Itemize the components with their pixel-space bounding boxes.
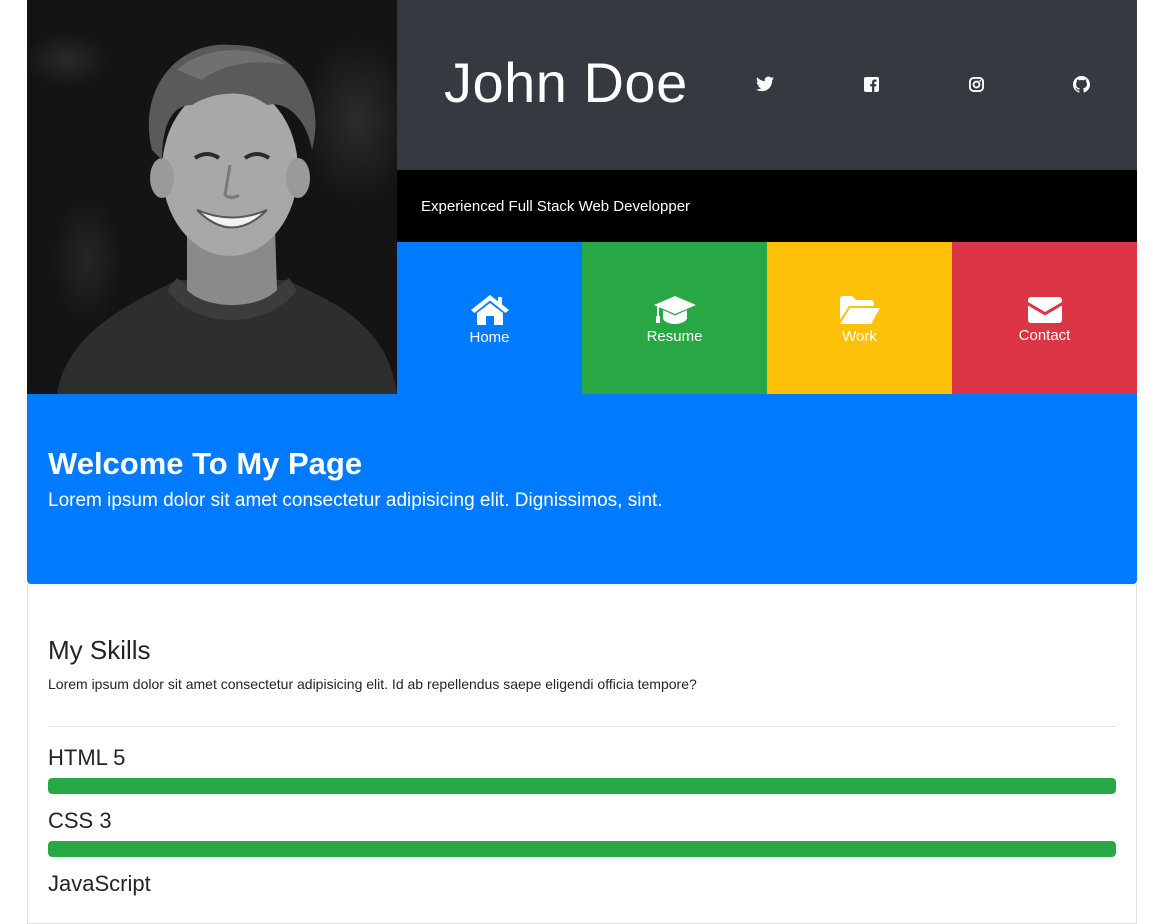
twitter-link[interactable] [755,74,775,94]
skills-title: My Skills [48,635,151,665]
skill-name: CSS 3 [48,808,112,833]
page-container: John Doe Experienced Full Stack Web Deve… [27,0,1137,924]
skill-progress-bar [48,778,1116,794]
nav-resume-label: Resume [646,327,703,345]
welcome-title: Welcome To My Page [48,446,363,481]
github-icon [1072,75,1090,93]
header-right: John Doe Experienced Full Stack Web Deve… [397,0,1137,394]
skill-progress-fill [48,778,1116,794]
skill-name: JavaScript [48,871,151,896]
skill-item: HTML 5 [48,745,1116,794]
nav-contact-tile[interactable]: Contact [952,242,1137,394]
profile-name: John Doe [444,51,688,114]
nav-resume-tile[interactable]: Resume [582,242,767,394]
nav-work-label: Work [842,327,877,345]
github-link[interactable] [1071,74,1091,94]
skill-progress-bar [48,841,1116,857]
skills-section: My Skills Lorem ipsum dolor sit amet con… [27,584,1137,924]
nav-home-label: Home [469,328,510,346]
nav-contact-label: Contact [1018,326,1071,344]
name-bar: John Doe [397,0,1137,170]
skill-item: CSS 3 [48,808,1116,857]
facebook-link[interactable] [861,74,881,94]
folder-open-icon [839,295,880,324]
welcome-banner: Welcome To My Page Lorem ipsum dolor sit… [27,394,1137,584]
nav-home-tile[interactable]: Home [397,242,582,394]
skill-progress-fill [48,841,1116,857]
instagram-link[interactable] [966,74,986,94]
skills-text: Lorem ipsum dolor sit amet consectetur a… [48,676,697,692]
skill-name: HTML 5 [48,745,126,770]
nav-tiles: Home Resume Work Contact [397,242,1137,394]
divider [48,726,1116,727]
nav-work-tile[interactable]: Work [767,242,952,394]
profile-photo [27,0,397,394]
tagline-bar: Experienced Full Stack Web Developper [397,170,1137,242]
instagram-icon [968,76,984,92]
tagline: Experienced Full Stack Web Developper [421,197,691,215]
header-row: John Doe Experienced Full Stack Web Deve… [27,0,1137,394]
home-icon [470,294,509,325]
skill-item: JavaScript [48,871,1116,897]
welcome-text: Lorem ipsum dolor sit amet consectetur a… [48,490,663,511]
facebook-icon [863,76,879,92]
graduation-cap-icon [653,295,696,324]
envelope-icon [1027,296,1062,323]
twitter-icon [756,76,774,92]
